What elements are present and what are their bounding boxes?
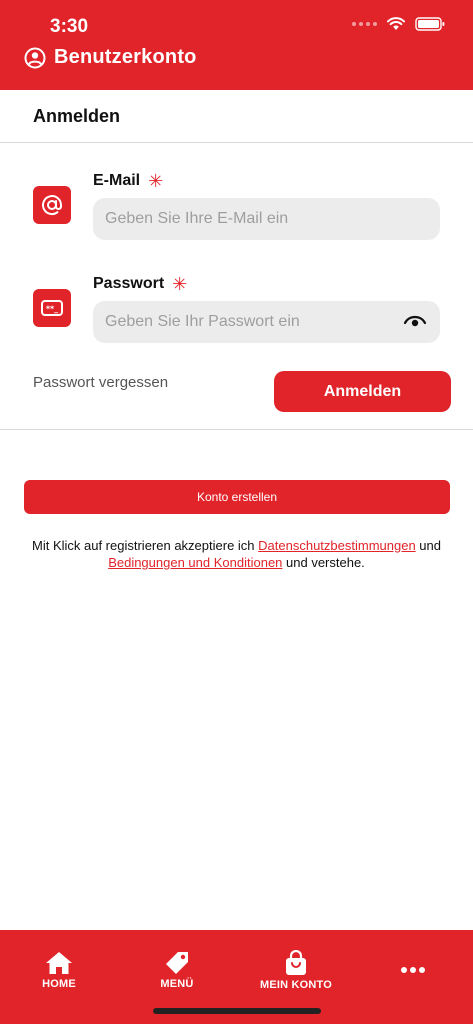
terms-middle: und [415, 538, 441, 553]
divider [0, 429, 473, 430]
email-field[interactable] [93, 198, 440, 240]
nav-item-menu[interactable]: MENÜ [136, 930, 218, 1010]
required-marker: ✳ [148, 171, 164, 191]
svg-text:**_: **_ [46, 305, 58, 314]
status-time: 3:30 [50, 16, 89, 37]
page-title: Benutzerkonto [54, 46, 197, 68]
terms-conditions-link[interactable]: Bedingungen und Konditionen [108, 555, 282, 570]
battery-icon [415, 17, 445, 31]
create-account-button[interactable]: Konto erstellen [24, 480, 450, 514]
required-marker: ✳ [172, 274, 188, 294]
nav-label-home: HOME [42, 977, 76, 990]
forgot-password-link[interactable]: Passwort vergessen [33, 374, 168, 391]
terms-suffix: und verstehe. [282, 555, 365, 570]
show-password-eye-icon[interactable] [402, 312, 428, 330]
terms-prefix: Mit Klick auf registrieren akzeptiere ic… [32, 538, 259, 553]
password-label: Passwort ✳ [93, 275, 187, 293]
nav-item-more[interactable] [372, 930, 454, 1010]
nav-item-account[interactable]: MEIN KONTO [249, 930, 343, 1010]
password-icon: **_ [33, 289, 71, 327]
shopping-bag-icon [286, 949, 306, 975]
password-label-text: Passwort [93, 275, 165, 292]
nav-item-home[interactable]: HOME [18, 930, 100, 1010]
more-icon [401, 967, 425, 973]
signal-icon [352, 22, 377, 26]
app-header: 3:30 Benutzerkonto [0, 0, 473, 90]
home-icon [46, 951, 72, 974]
nav-label-account: MEIN KONTO [259, 978, 333, 991]
login-button[interactable]: Anmelden [274, 371, 451, 412]
divider [0, 142, 473, 143]
header-title-row: Benutzerkonto [24, 46, 197, 69]
status-icons [352, 17, 445, 31]
wifi-icon [387, 17, 405, 31]
section-title: Anmelden [33, 106, 121, 126]
nav-label-menu: MENÜ [160, 977, 194, 990]
email-label-text: E-Mail [93, 172, 141, 189]
at-sign-icon [33, 186, 71, 224]
email-label: E-Mail ✳ [93, 172, 163, 190]
terms-text: Mit Klick auf registrieren akzeptiere ic… [20, 537, 453, 571]
home-indicator [153, 1008, 321, 1014]
password-field[interactable] [93, 301, 440, 343]
account-circle-icon [24, 47, 46, 69]
tag-icon [166, 951, 188, 974]
privacy-policy-link[interactable]: Datenschutzbestimmungen [258, 538, 416, 553]
